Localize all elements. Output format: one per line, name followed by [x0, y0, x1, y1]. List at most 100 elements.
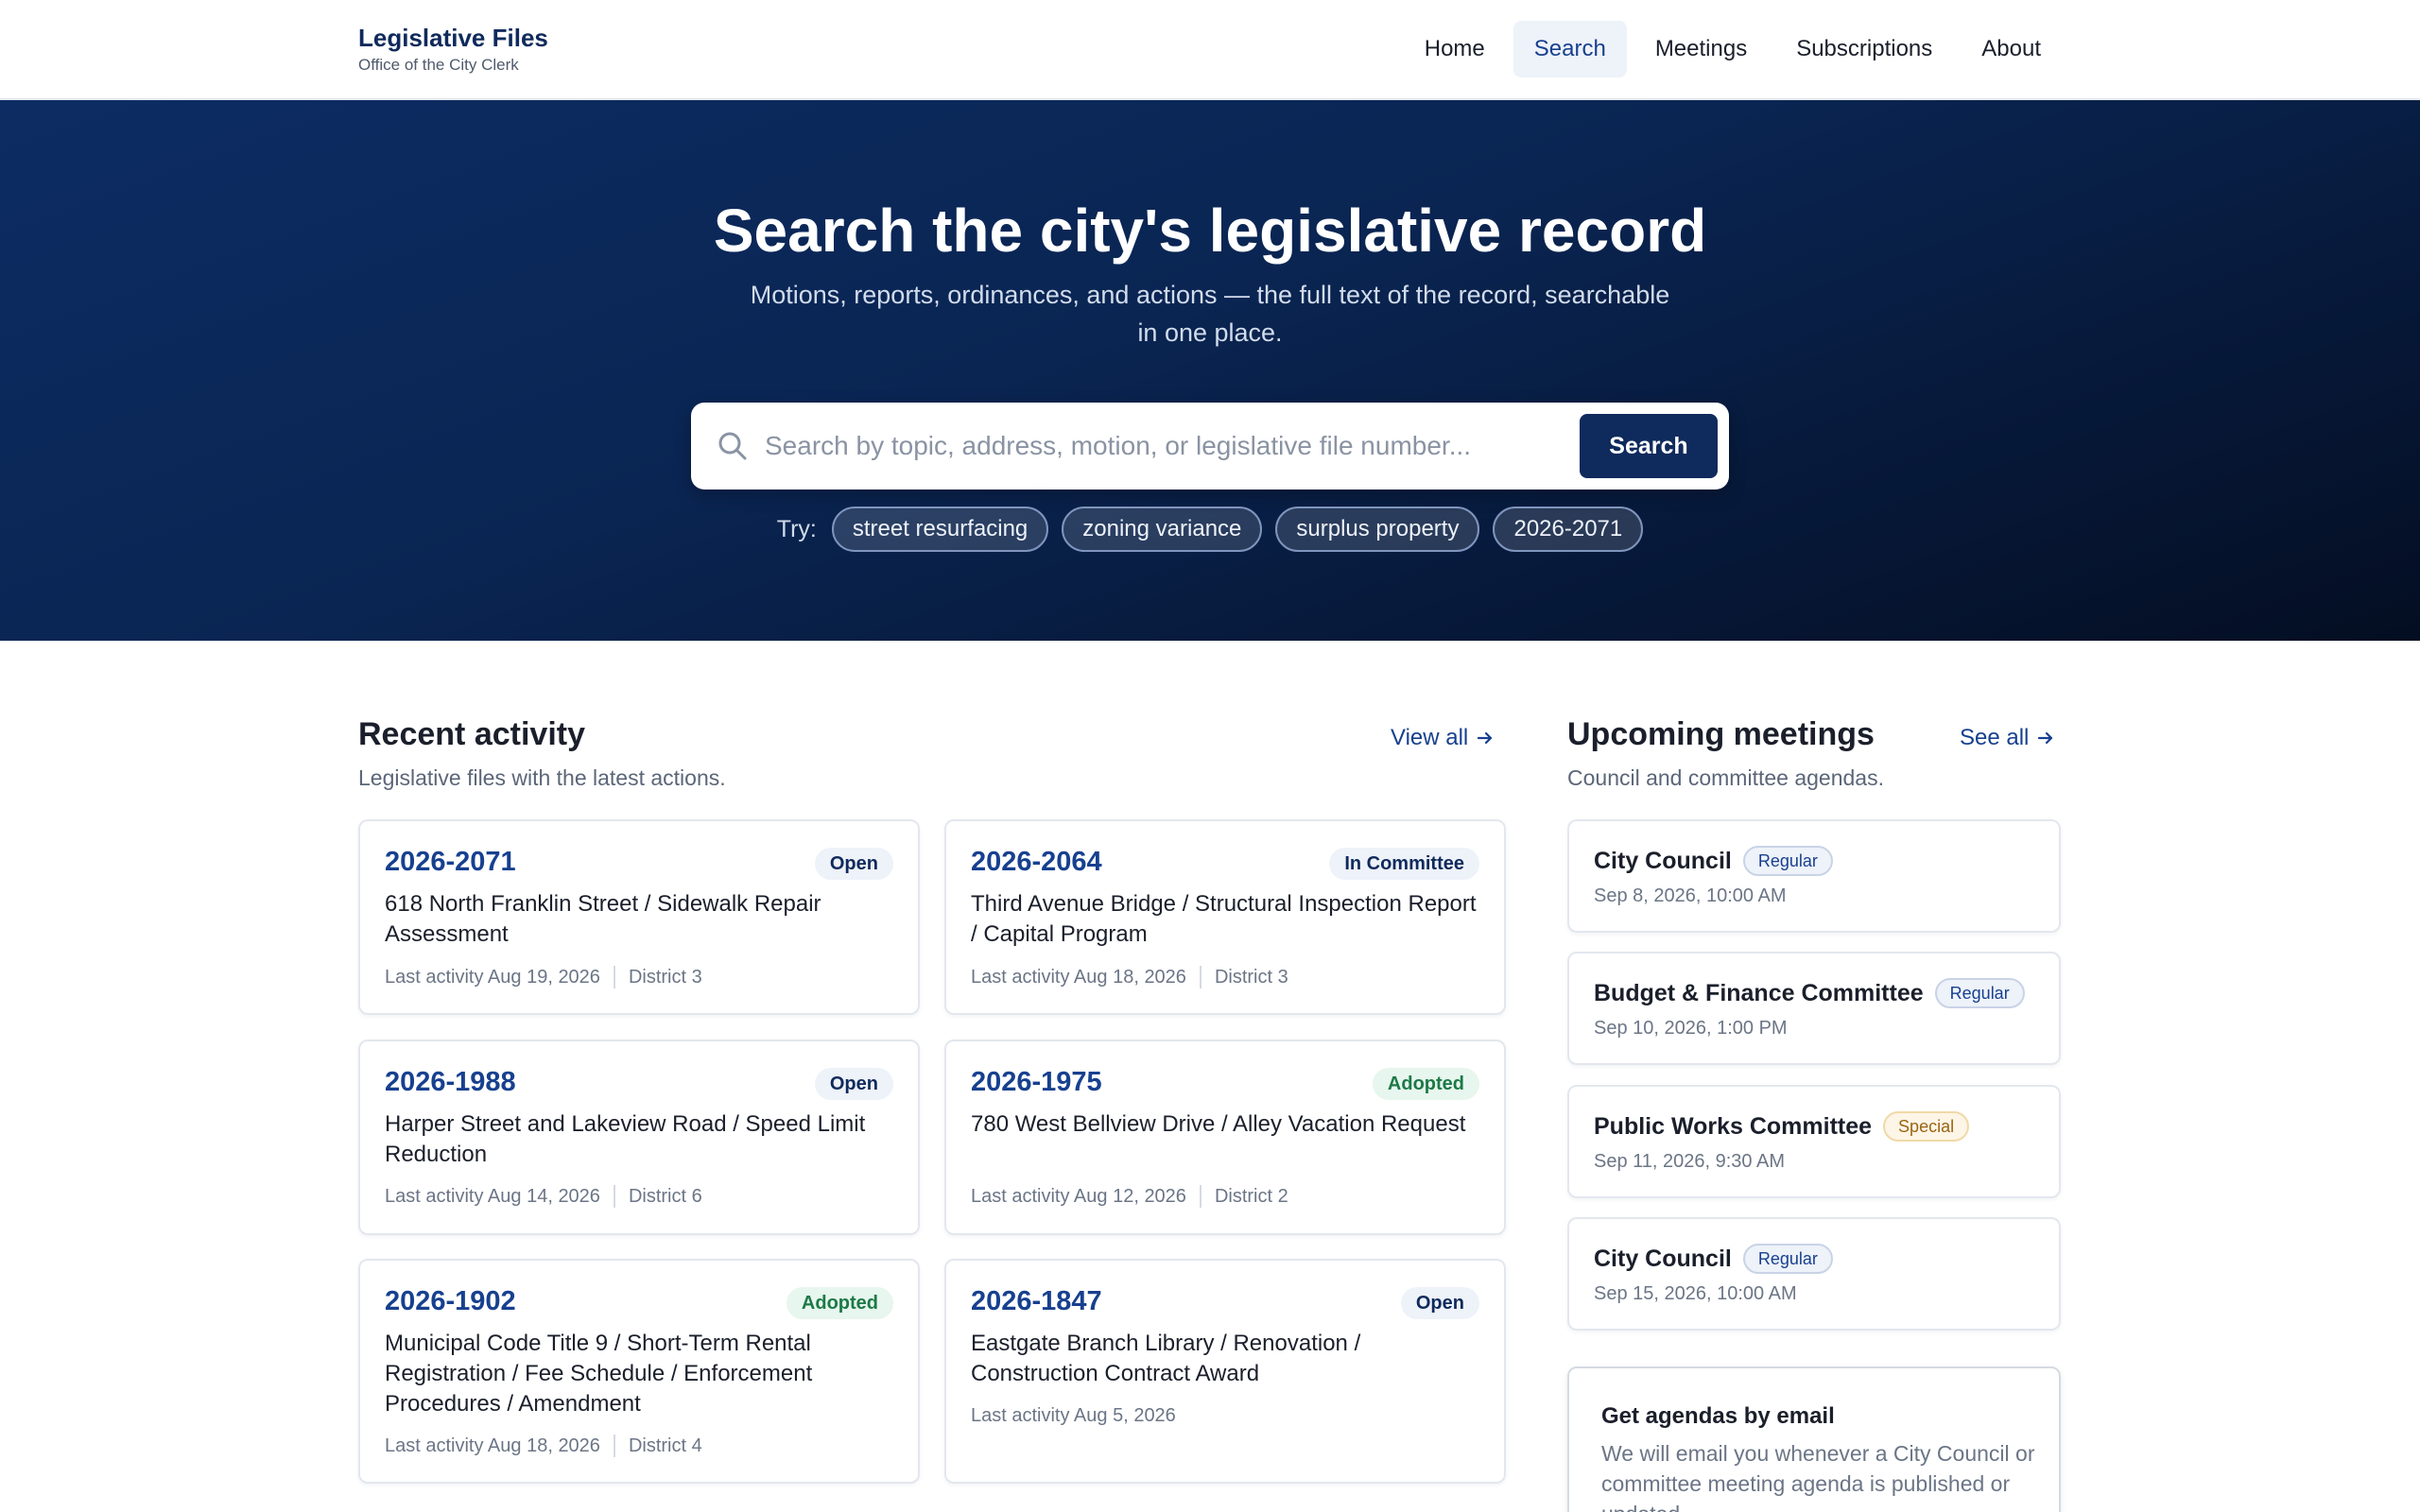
file-card[interactable]: 2026-1847 Open Eastgate Branch Library /…	[944, 1259, 1506, 1484]
file-number[interactable]: 2026-1902	[385, 1285, 516, 1317]
file-number[interactable]: 2026-1988	[385, 1066, 516, 1098]
file-title: 618 North Franklin Street / Sidewalk Rep…	[385, 891, 821, 947]
nav-item-search[interactable]: Search	[1512, 21, 1627, 77]
meeting-card[interactable]: City Council Regular Sep 8, 2026, 10:00 …	[1567, 819, 2061, 933]
main-nav: Home Search Meetings Subscriptions About	[1404, 21, 2062, 77]
file-card[interactable]: 2026-2064 In Committee Third Avenue Brid…	[944, 819, 1506, 1015]
last-activity: Last activity Aug 5, 2026	[971, 1405, 1176, 1426]
meeting-name-row: Public Works Committee Special	[1594, 1111, 1970, 1142]
status-badge: Open	[814, 848, 893, 880]
file-meta: Last activity Aug 19, 2026 District 3	[385, 965, 702, 989]
see-all-label: See all	[1960, 725, 2030, 750]
district: District 6	[628, 1186, 702, 1207]
email-signup-title: Get agendas by email	[1601, 1403, 1835, 1429]
file-card[interactable]: 2026-1975 Adopted 780 West Bellview Driv…	[944, 1040, 1506, 1235]
meeting-name: Public Works Committee	[1594, 1113, 1873, 1140]
arrow-right-icon	[2038, 731, 2053, 745]
last-activity: Last activity Aug 18, 2026	[385, 1435, 600, 1456]
district: District 3	[1214, 967, 1288, 988]
file-card[interactable]: 2026-2071 Open 618 North Franklin Street…	[358, 819, 920, 1015]
brand[interactable]: Legislative Files Office of the City Cle…	[358, 23, 548, 76]
try-label: Try:	[776, 515, 817, 542]
file-number[interactable]: 2026-2071	[385, 846, 516, 878]
file-title: 780 West Bellview Drive / Alley Vacation…	[971, 1111, 1466, 1137]
status-badge: Open	[814, 1068, 893, 1100]
file-meta: Last activity Aug 12, 2026 District 2	[971, 1184, 1288, 1209]
district: District 3	[628, 967, 702, 988]
meeting-datetime: Sep 8, 2026, 10:00 AM	[1594, 885, 1787, 906]
file-meta: Last activity Aug 18, 2026 District 4	[385, 1434, 702, 1458]
file-card[interactable]: 2026-1988 Open Harper Street and Lakevie…	[358, 1040, 920, 1235]
status-badge: Open	[1400, 1287, 1479, 1319]
meeting-name: City Council	[1594, 1246, 1732, 1272]
search-button[interactable]: Search	[1580, 414, 1718, 478]
site-header: Legislative Files Office of the City Cle…	[0, 0, 2420, 100]
upcoming-meetings-subtitle: Council and committee agendas.	[1567, 765, 1884, 790]
search-input[interactable]	[765, 420, 1587, 472]
suggestion-chip[interactable]: 2026-2071	[1493, 507, 1644, 552]
nav-item-meetings[interactable]: Meetings	[1634, 21, 1768, 77]
suggestion-chip[interactable]: surplus property	[1275, 507, 1480, 552]
status-badge: Adopted	[786, 1287, 893, 1319]
meta-divider	[613, 1435, 615, 1457]
nav-item-about[interactable]: About	[1961, 21, 2062, 77]
meeting-name-row: City Council Regular	[1594, 846, 1833, 876]
search-icon	[716, 429, 750, 463]
meeting-datetime: Sep 15, 2026, 10:00 AM	[1594, 1283, 1797, 1304]
hero-subtitle: Motions, reports, ordinances, and action…	[750, 281, 1670, 347]
district: District 4	[628, 1435, 702, 1456]
file-title: Third Avenue Bridge / Structural Inspect…	[971, 891, 1477, 947]
nav-item-home[interactable]: Home	[1404, 21, 1506, 77]
last-activity: Last activity Aug 18, 2026	[971, 967, 1186, 988]
arrow-right-icon	[1478, 731, 1493, 745]
last-activity: Last activity Aug 14, 2026	[385, 1186, 600, 1207]
brand-subtitle: Office of the City Clerk	[358, 56, 519, 74]
file-meta: Last activity Aug 14, 2026 District 6	[385, 1184, 702, 1209]
hero-title: Search the city's legislative record	[713, 197, 1707, 265]
brand-title[interactable]: Legislative Files	[358, 23, 548, 53]
meeting-name: City Council	[1594, 848, 1732, 874]
view-all-link[interactable]: View all	[1391, 724, 1495, 752]
status-badge: Adopted	[1372, 1068, 1479, 1100]
meta-divider	[613, 1185, 615, 1208]
file-title: Eastgate Branch Library / Renovation / C…	[971, 1331, 1361, 1386]
meeting-type-badge: Regular	[1742, 1244, 1833, 1274]
meeting-type-badge: Special	[1883, 1111, 1970, 1142]
file-number[interactable]: 2026-2064	[971, 846, 1102, 878]
suggestion-chip[interactable]: zoning variance	[1062, 507, 1263, 552]
view-all-label: View all	[1391, 725, 1469, 750]
meeting-card[interactable]: Budget & Finance Committee Regular Sep 1…	[1567, 952, 2061, 1065]
file-number[interactable]: 2026-1847	[971, 1285, 1102, 1317]
meeting-card[interactable]: City Council Regular Sep 15, 2026, 10:00…	[1567, 1217, 2061, 1331]
recent-activity-title: Recent activity	[358, 716, 585, 752]
upcoming-meetings-title: Upcoming meetings	[1567, 716, 1875, 752]
recent-activity-subtitle: Legislative files with the latest action…	[358, 765, 726, 790]
file-title: Harper Street and Lakeview Road / Speed …	[385, 1111, 866, 1167]
meta-divider	[1199, 1185, 1201, 1208]
district: District 2	[1214, 1186, 1288, 1207]
suggestion-row: Try: street resurfacing zoning variance …	[0, 507, 2420, 552]
meeting-datetime: Sep 11, 2026, 9:30 AM	[1594, 1151, 1786, 1172]
meeting-name-row: Budget & Finance Committee Regular	[1594, 978, 2025, 1008]
nav-item-subscriptions[interactable]: Subscriptions	[1775, 21, 1953, 77]
meta-divider	[1199, 966, 1201, 988]
meeting-type-badge: Regular	[1742, 846, 1833, 876]
file-meta: Last activity Aug 5, 2026	[971, 1403, 1176, 1428]
suggestion-chip[interactable]: street resurfacing	[831, 507, 1049, 552]
meeting-type-badge: Regular	[1934, 978, 2025, 1008]
see-all-link[interactable]: See all	[1960, 724, 2055, 752]
last-activity: Last activity Aug 19, 2026	[385, 967, 600, 988]
file-card[interactable]: 2026-1902 Adopted Municipal Code Title 9…	[358, 1259, 920, 1484]
status-badge: In Committee	[1329, 848, 1479, 880]
file-meta: Last activity Aug 18, 2026 District 3	[971, 965, 1288, 989]
email-signup-body: We will email you whenever a City Counci…	[1601, 1441, 2035, 1512]
search-box: Search	[691, 403, 1729, 490]
meeting-name: Budget & Finance Committee	[1594, 980, 1924, 1006]
meta-divider	[613, 966, 615, 988]
last-activity: Last activity Aug 12, 2026	[971, 1186, 1186, 1207]
meeting-datetime: Sep 10, 2026, 1:00 PM	[1594, 1018, 1788, 1039]
meeting-name-row: City Council Regular	[1594, 1244, 1833, 1274]
file-number[interactable]: 2026-1975	[971, 1066, 1102, 1098]
hero: Search the city's legislative record Mot…	[0, 100, 2420, 641]
meeting-card[interactable]: Public Works Committee Special Sep 11, 2…	[1567, 1085, 2061, 1198]
